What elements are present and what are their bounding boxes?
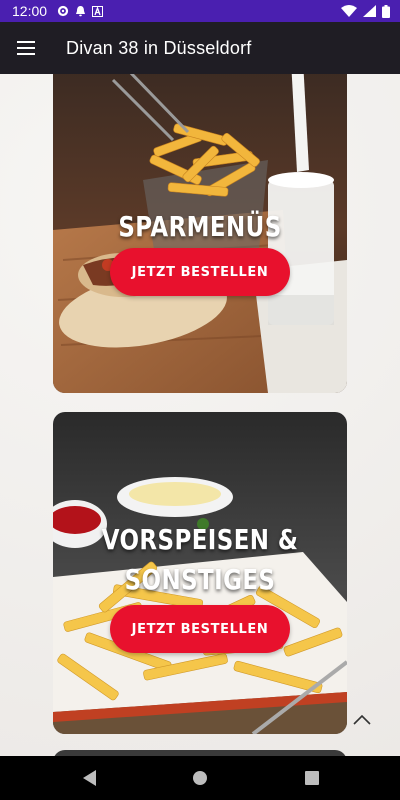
- chevron-up-icon[interactable]: [348, 706, 376, 734]
- back-icon[interactable]: [80, 768, 100, 788]
- app-bar: Divan 38 in Düsseldorf: [0, 22, 400, 74]
- a-icon: [92, 5, 104, 17]
- category-card-sparmenus[interactable]: SPARMENÜS JETZT BESTELLEN: [53, 74, 347, 393]
- signal-icon: [363, 5, 376, 17]
- hamburger-menu-icon[interactable]: [0, 22, 52, 74]
- order-now-button-sparmenus[interactable]: JETZT BESTELLEN: [110, 248, 290, 296]
- app-title: Divan 38 in Düsseldorf: [66, 37, 252, 58]
- status-time: 12:00: [12, 3, 48, 19]
- settings-icon: [57, 5, 69, 17]
- card-title-sparmenus: SPARMENÜS: [118, 210, 282, 243]
- home-icon[interactable]: [190, 768, 210, 788]
- card-title-vorspeisen: VORSPEISEN & SONSTIGES: [101, 523, 299, 596]
- wifi-icon: [341, 5, 357, 17]
- system-nav-bar: [0, 756, 400, 800]
- battery-icon: [382, 4, 390, 18]
- recents-icon[interactable]: [302, 768, 322, 788]
- status-bar: 12:00: [0, 0, 400, 22]
- category-card-vorspeisen[interactable]: VORSPEISEN & SONSTIGES JETZT BESTELLEN: [53, 412, 347, 734]
- order-now-button-vorspeisen[interactable]: JETZT BESTELLEN: [110, 605, 290, 653]
- notification-icon: [75, 5, 86, 17]
- content-area[interactable]: SPARMENÜS JETZT BESTELLEN VORSPEISEN & S…: [0, 74, 400, 756]
